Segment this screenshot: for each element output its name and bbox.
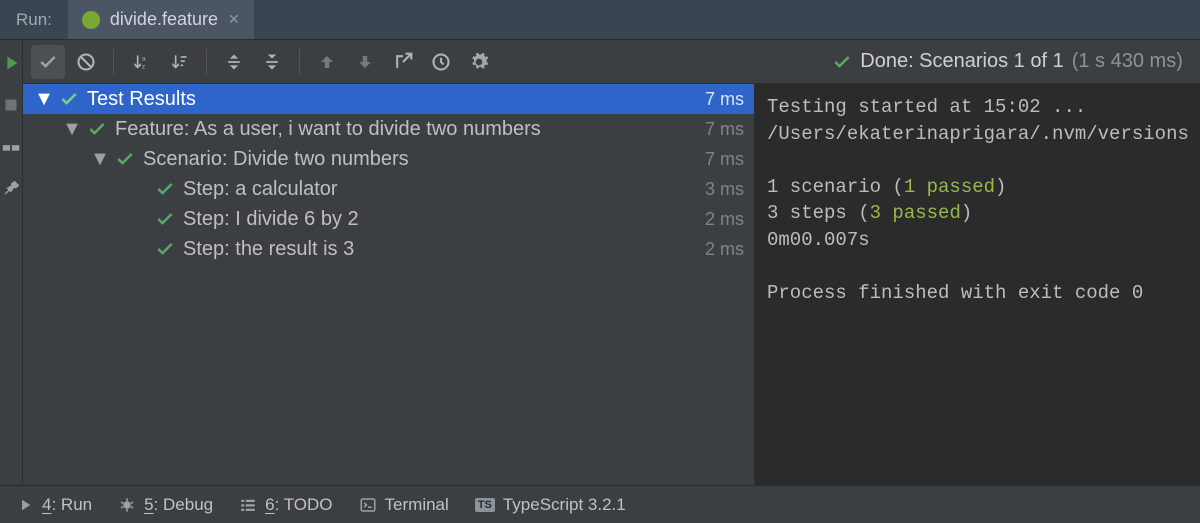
play-icon [16,496,34,514]
test-status-summary: Done: Scenarios 1 of 1 (1 s 430 ms) [832,50,1183,73]
tree-scenario-label: Scenario: Divide two numbers [143,148,705,171]
check-icon [59,89,79,109]
check-icon [87,119,107,139]
export-results-button[interactable] [386,45,420,79]
list-icon [239,496,257,514]
close-icon[interactable]: ✕ [228,11,240,28]
tree-step-label: Step: I divide 6 by 2 [183,208,705,231]
chevron-down-icon[interactable]: ▼ [35,88,53,111]
layout-icon[interactable] [0,136,22,158]
tree-scenario[interactable]: ▼ Scenario: Divide two numbers 7 ms [23,144,754,174]
tree-root-label: Test Results [87,88,705,111]
svg-text:a: a [142,55,146,62]
test-history-button[interactable] [424,45,458,79]
tree-root-duration: 7 ms [705,89,744,110]
pin-icon[interactable] [0,178,22,200]
tree-step[interactable]: Step: the result is 3 2 ms [23,234,754,264]
next-failed-button[interactable] [348,45,382,79]
sort-alpha-button[interactable]: az [124,45,158,79]
tree-step-label: Step: the result is 3 [183,238,705,261]
previous-failed-button[interactable] [310,45,344,79]
tree-step-duration: 2 ms [705,209,744,230]
tree-feature[interactable]: ▼ Feature: As a user, i want to divide t… [23,114,754,144]
console-output[interactable]: Testing started at 15:02 ... /Users/ekat… [755,84,1200,485]
test-tree[interactable]: ▼ Test Results 7 ms ▼ Feature: As a user… [23,84,755,485]
typescript-icon: TS [475,498,495,512]
tool-window-todo[interactable]: 6: TODO [239,495,332,515]
tree-root[interactable]: ▼ Test Results 7 ms [23,84,754,114]
svg-text:z: z [142,63,145,70]
check-icon [155,209,175,229]
show-ignored-toggle[interactable] [69,45,103,79]
tree-feature-label: Feature: As a user, i want to divide two… [115,118,705,141]
check-icon [155,179,175,199]
check-icon [115,149,135,169]
cucumber-icon [82,11,100,29]
run-config-tab[interactable]: divide.feature ✕ [68,0,254,39]
terminal-icon [359,496,377,514]
expand-all-button[interactable] [217,45,251,79]
run-panel-label: Run: [0,0,68,39]
stop-icon[interactable] [0,94,22,116]
tool-window-debug[interactable]: 5: Debug [118,495,213,515]
test-toolbar: az [23,40,1200,84]
run-config-filename: divide.feature [110,9,218,30]
sort-duration-button[interactable] [162,45,196,79]
chevron-down-icon[interactable]: ▼ [63,118,81,141]
check-icon [832,52,852,72]
show-passed-toggle[interactable] [31,45,65,79]
tool-window-terminal[interactable]: Terminal [359,495,449,515]
typescript-widget[interactable]: TS TypeScript 3.2.1 [475,495,626,515]
bug-icon [118,496,136,514]
tree-step[interactable]: Step: a calculator 3 ms [23,174,754,204]
settings-button[interactable] [462,45,496,79]
chevron-down-icon[interactable]: ▼ [91,148,109,171]
tree-feature-duration: 7 ms [705,119,744,140]
tree-step[interactable]: Step: I divide 6 by 2 2 ms [23,204,754,234]
tree-step-label: Step: a calculator [183,178,705,201]
collapse-all-button[interactable] [255,45,289,79]
tree-step-duration: 3 ms [705,179,744,200]
tool-window-run[interactable]: 4: Run [16,495,92,515]
tree-scenario-duration: 7 ms [705,149,744,170]
check-icon [155,239,175,259]
tree-step-duration: 2 ms [705,239,744,260]
rerun-icon[interactable] [0,52,22,74]
